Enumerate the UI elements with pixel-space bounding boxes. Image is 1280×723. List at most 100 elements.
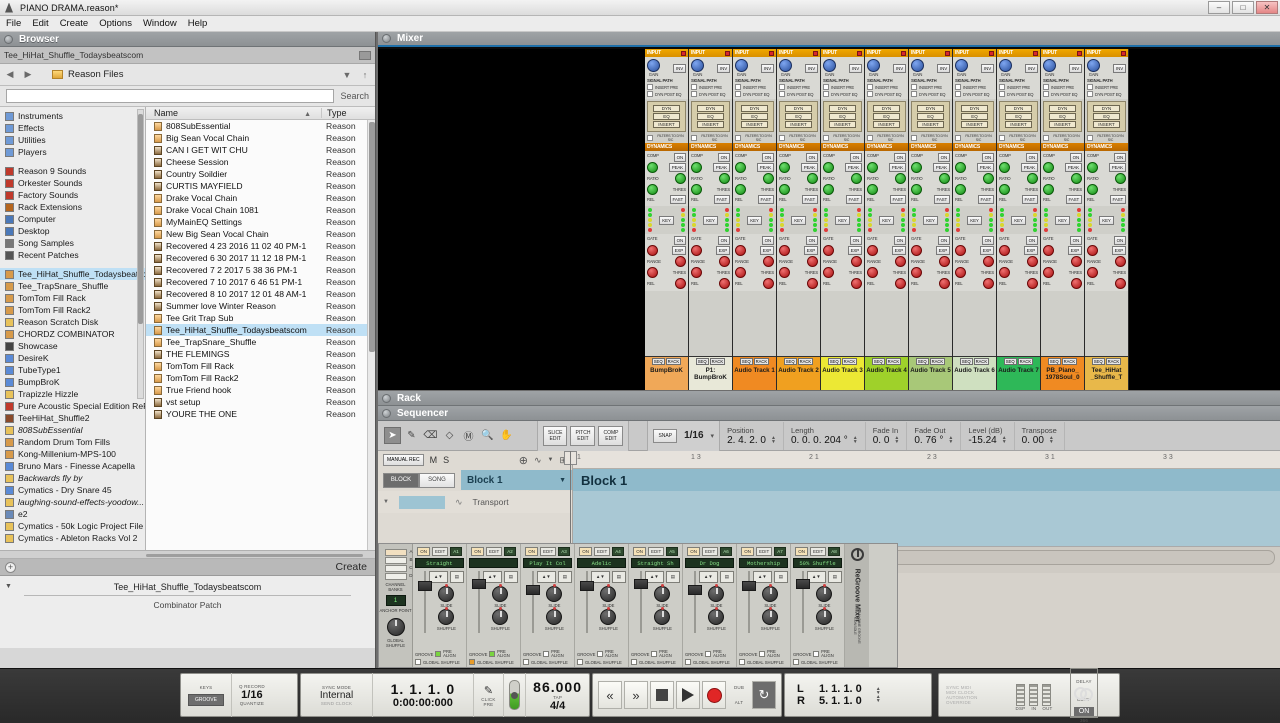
- table-row[interactable]: Recovered 6 30 2017 11 12 18 PM-1 Reason: [146, 252, 375, 264]
- global-shuffle-switch[interactable]: [415, 659, 421, 665]
- groove-patch-display[interactable]: Straight: [415, 558, 464, 568]
- pre-align-switch[interactable]: [813, 651, 820, 657]
- location-item[interactable]: Factory Sounds: [0, 189, 145, 201]
- table-row[interactable]: MyMainEQ Settings Reason: [146, 216, 375, 228]
- invert-button[interactable]: INV: [805, 63, 818, 73]
- dyn-step[interactable]: DYN: [741, 105, 768, 112]
- gate-on-button[interactable]: ON: [849, 236, 862, 245]
- location-item[interactable]: TomTom Fill Rack: [0, 292, 145, 304]
- dyn-step[interactable]: DYN: [873, 105, 900, 112]
- dyn-post-eq-checkbox[interactable]: [1043, 91, 1049, 97]
- shuffle-knob[interactable]: [654, 607, 671, 625]
- block-mode-button[interactable]: BLOCK: [383, 472, 419, 488]
- eq-step[interactable]: EQ: [829, 113, 856, 120]
- mute-tool-icon[interactable]: Ⓜ: [460, 427, 477, 444]
- shuffle-knob[interactable]: [546, 607, 563, 625]
- insert-step[interactable]: INSERT: [1093, 121, 1120, 128]
- key-button[interactable]: KEY: [747, 215, 762, 225]
- location-item[interactable]: TeeHiHat_Shuffle2: [0, 412, 145, 424]
- location-item[interactable]: Computer: [0, 213, 145, 225]
- bank-d[interactable]: D: [384, 573, 413, 580]
- exp-button[interactable]: EXP: [935, 246, 950, 255]
- shuffle-knob[interactable]: [708, 607, 725, 625]
- groove-browse-button[interactable]: ▤: [503, 571, 518, 583]
- groove-button[interactable]: GROOVE: [188, 693, 224, 706]
- disclosure-triangle-icon[interactable]: ▼: [383, 499, 389, 505]
- gate-on-button[interactable]: ON: [1069, 236, 1082, 245]
- chevron-down-icon[interactable]: ▾: [711, 432, 715, 440]
- gate-hold-knob[interactable]: [763, 278, 774, 289]
- seq-button[interactable]: SEQ: [739, 358, 753, 365]
- spinner-icon[interactable]: ▲ ▼: [1002, 436, 1007, 445]
- shuffle-knob[interactable]: [600, 607, 617, 625]
- groove-on-button[interactable]: ON: [579, 547, 592, 556]
- seq-button[interactable]: SEQ: [1047, 358, 1061, 365]
- dyn-step[interactable]: DYN: [697, 105, 724, 112]
- manual-rec-button[interactable]: MANUAL REC: [383, 454, 424, 466]
- song-mode-button[interactable]: SONG: [419, 472, 455, 488]
- comp-on-button[interactable]: ON: [937, 153, 950, 162]
- key-button[interactable]: KEY: [879, 215, 894, 225]
- comp-rel-knob[interactable]: [955, 184, 966, 195]
- comp-thres-knob[interactable]: [851, 173, 862, 184]
- mixer-channel-strip[interactable]: INPUT GAIN INV SIGNAL PATH INSERT PRE DYN POS…: [689, 49, 733, 390]
- inspector-field[interactable]: Length 0. 0. 0. 204 ° ▲ ▼: [784, 421, 866, 450]
- spinner-icon[interactable]: ▲ ▼: [853, 436, 858, 445]
- click-level-slider[interactable]: [509, 680, 521, 710]
- slide-knob[interactable]: [600, 584, 617, 602]
- comp-on-button[interactable]: ON: [805, 153, 818, 162]
- comp-ratio-knob[interactable]: [867, 162, 878, 173]
- file-list-scrollbar[interactable]: [367, 120, 375, 550]
- groove-on-button[interactable]: ON: [741, 547, 754, 556]
- current-folder[interactable]: Reason Files: [52, 69, 335, 80]
- comp-rel-knob[interactable]: [867, 184, 878, 195]
- groove-edit-button[interactable]: EDIT: [593, 547, 611, 556]
- gate-hold-knob[interactable]: [939, 278, 950, 289]
- insert-pre-checkbox[interactable]: [691, 84, 697, 90]
- pre-align-switch[interactable]: [759, 651, 766, 657]
- rack-button[interactable]: RACK: [1017, 358, 1034, 365]
- dyn-step[interactable]: DYN: [1049, 105, 1076, 112]
- fast-button[interactable]: FAST: [845, 195, 862, 204]
- channel-name-plate[interactable]: SEQ RACK Audio Track 2: [777, 356, 820, 390]
- gain-knob[interactable]: [911, 59, 924, 72]
- key-button[interactable]: KEY: [791, 215, 806, 225]
- comp-ratio-knob[interactable]: [735, 162, 746, 173]
- column-name[interactable]: Name ▲: [146, 108, 321, 118]
- table-row[interactable]: TomTom Fill Rack2 Reason: [146, 372, 375, 384]
- table-row[interactable]: Recovered 7 2 2017 5 38 36 PM-1 Reason: [146, 264, 375, 276]
- table-row[interactable]: YOURE THE ONE Reason: [146, 408, 375, 420]
- location-item[interactable]: Effects: [0, 122, 145, 134]
- gate-thres-knob[interactable]: [939, 256, 950, 267]
- seq-button[interactable]: SEQ: [651, 358, 665, 365]
- invert-button[interactable]: INV: [893, 63, 906, 73]
- gate-rel-knob[interactable]: [691, 267, 702, 278]
- mixer-channel-strip[interactable]: INPUT GAIN INV SIGNAL PATH INSERT PRE DYN POS…: [953, 49, 997, 390]
- gate-rel-knob[interactable]: [735, 267, 746, 278]
- gate-range-knob[interactable]: [735, 245, 746, 256]
- gate-thres-knob[interactable]: [851, 256, 862, 267]
- tempo-cell[interactable]: 86.000 TAP 4/4: [526, 673, 589, 717]
- rewind-button[interactable]: «: [598, 681, 622, 709]
- eq-step[interactable]: EQ: [1049, 113, 1076, 120]
- dyn-post-eq-checkbox[interactable]: [647, 91, 653, 97]
- key-button[interactable]: KEY: [1099, 215, 1114, 225]
- filters-to-dyn-sc-checkbox[interactable]: [647, 135, 653, 141]
- channel-name-plate[interactable]: SEQ RACK P1: BumpBroK: [689, 356, 732, 390]
- gate-hold-knob[interactable]: [1115, 278, 1126, 289]
- filters-to-dyn-sc-checkbox[interactable]: [999, 135, 1005, 141]
- channel-name-plate[interactable]: SEQ RACK Audio Track 4: [865, 356, 908, 390]
- channel-name-plate[interactable]: SEQ RACK Audio Track 6: [953, 356, 996, 390]
- gate-thres-knob[interactable]: [763, 256, 774, 267]
- razor-tool-icon[interactable]: ◇: [441, 427, 458, 444]
- pre-align-switch[interactable]: [543, 651, 550, 657]
- position-display-cell[interactable]: 1. 1. 1. 0 0:00:00:000: [373, 673, 474, 717]
- groove-browse-button[interactable]: ▤: [449, 571, 464, 583]
- groove-edit-button[interactable]: EDIT: [539, 547, 557, 556]
- location-item[interactable]: BumpBroK: [0, 376, 145, 388]
- insert-pre-checkbox[interactable]: [999, 84, 1005, 90]
- pre-align-switch[interactable]: [705, 651, 712, 657]
- table-row[interactable]: Big Sean Vocal Chain Reason: [146, 132, 375, 144]
- menu-help[interactable]: Help: [188, 18, 208, 29]
- automation-icon[interactable]: ∿: [534, 455, 542, 466]
